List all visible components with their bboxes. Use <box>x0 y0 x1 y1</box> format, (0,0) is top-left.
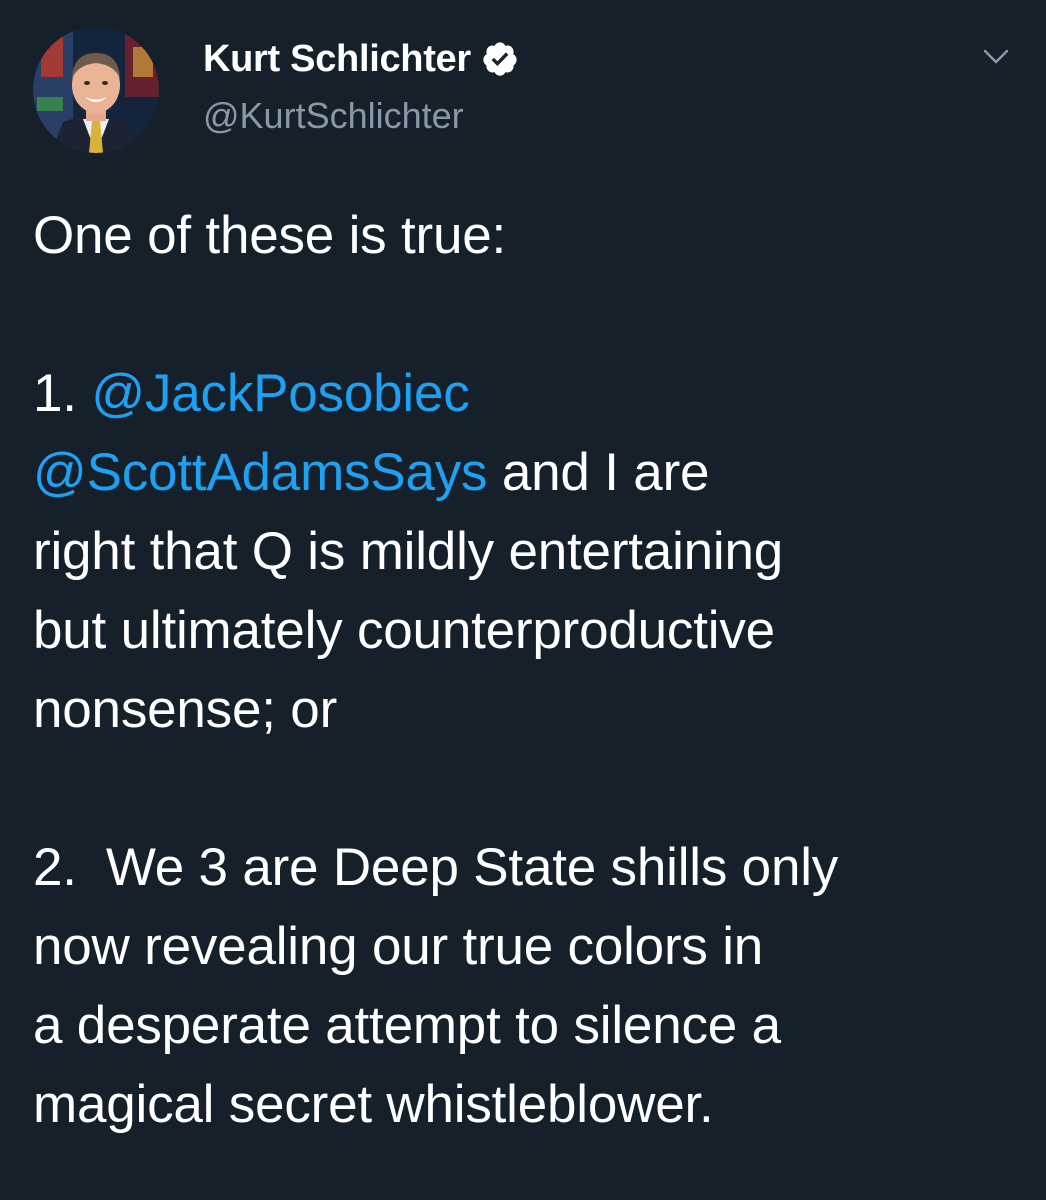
name-row: Kurt Schlichter <box>203 35 519 83</box>
avatar[interactable] <box>33 27 159 153</box>
tweet-line: 2. We 3 are Deep State shills only <box>33 838 839 897</box>
chevron-down-icon[interactable] <box>979 39 1013 73</box>
tweet-text-fragment: and I are <box>487 443 710 502</box>
tweet-line: @ScottAdamsSays and I are <box>33 433 1018 512</box>
tweet-line: now revealing our true colors in <box>33 917 764 976</box>
tweet-header: Kurt Schlichter @KurtSchlichter <box>33 27 1013 157</box>
verified-badge-icon <box>481 40 519 78</box>
tweet-line: right that Q is mildly entertaining <box>33 522 784 581</box>
tweet-line: magical secret whistleblower. <box>33 1075 714 1134</box>
mention-link[interactable]: @ScottAdamsSays <box>33 443 488 502</box>
display-name[interactable]: Kurt Schlichter <box>203 38 471 81</box>
tweet-line: a desperate attempt to silence a <box>33 996 781 1055</box>
user-handle[interactable]: @KurtSchlichter <box>203 95 464 137</box>
avatar-photo <box>33 27 159 153</box>
tweet-line: nonsense; or <box>33 680 338 739</box>
tweet-line: One of these is true: <box>33 206 507 265</box>
tweet-line: but ultimately counterproductive <box>33 601 775 660</box>
tweet-card: Kurt Schlichter @KurtSchlichter One of t… <box>0 0 1046 1200</box>
tweet-text: One of these is true: 1. @JackPosobiec @… <box>33 196 1018 1144</box>
tweet-line: 1. @JackPosobiec <box>33 354 1018 433</box>
mention-link[interactable]: @JackPosobiec <box>91 364 469 423</box>
list-number: 1. <box>33 364 77 423</box>
